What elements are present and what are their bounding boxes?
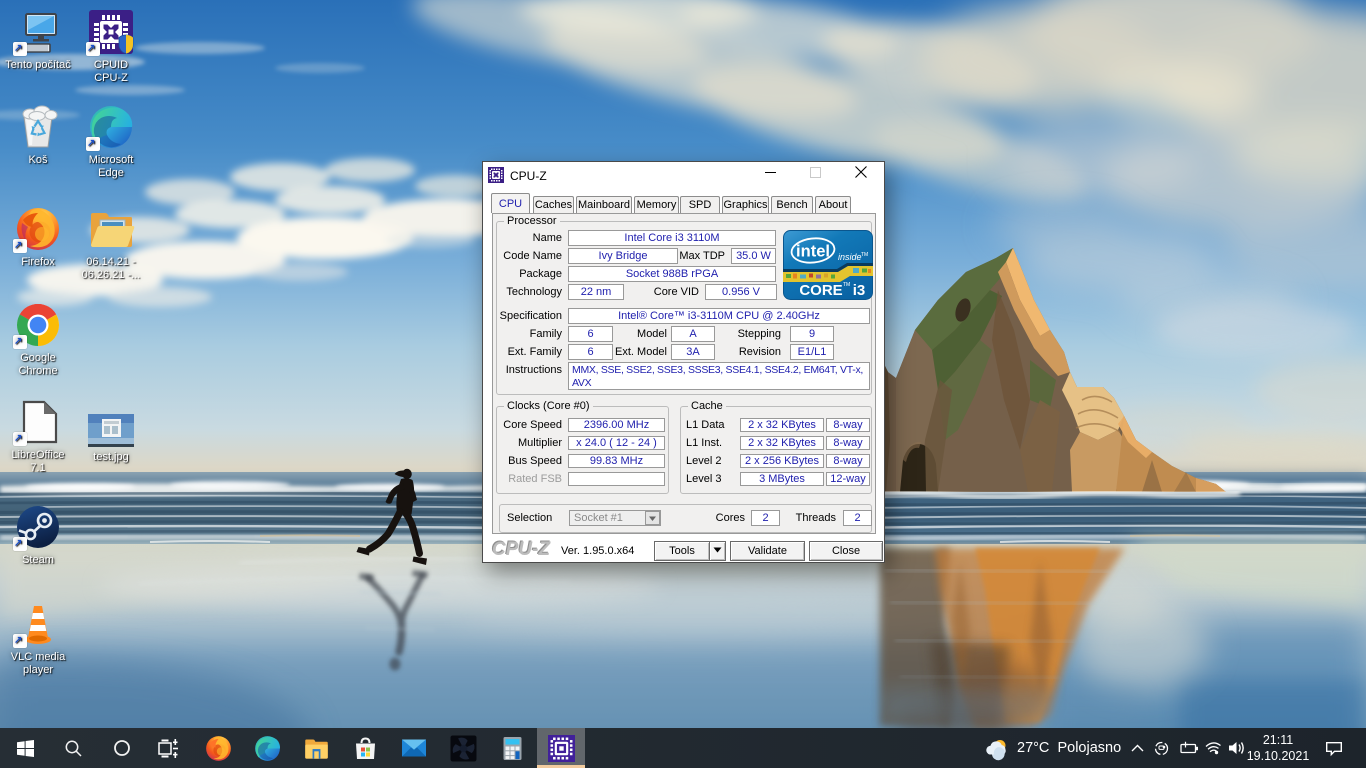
svg-text:TM: TM bbox=[861, 252, 868, 258]
svg-text:intel: intel bbox=[796, 243, 830, 261]
svg-text:inside: inside bbox=[838, 252, 862, 262]
svg-text:CORE: CORE bbox=[799, 282, 842, 299]
svg-text:TM: TM bbox=[843, 282, 850, 288]
svg-text:i3: i3 bbox=[853, 282, 866, 299]
